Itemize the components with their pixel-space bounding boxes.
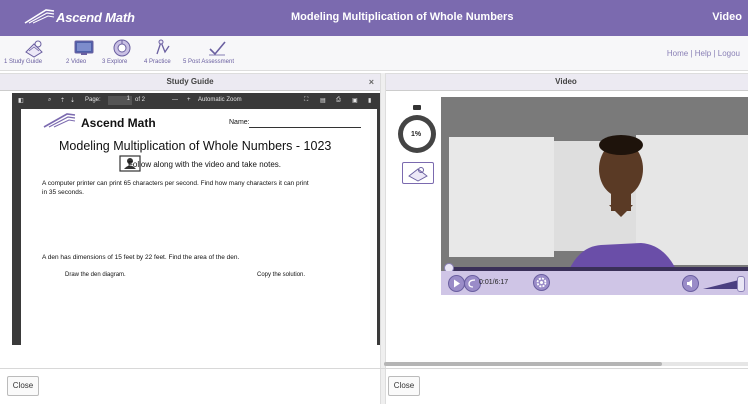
step-label: 3 Explore: [102, 59, 128, 65]
close-study-guide-button[interactable]: Close: [7, 376, 39, 396]
volume-button[interactable]: [682, 275, 699, 292]
doc-name-label: Name:: [229, 119, 250, 126]
doc-follow-instruction: Follow along with the video and take not…: [128, 160, 281, 169]
top-links[interactable]: Home | Help | Logou: [667, 49, 740, 58]
presentation-mode-icon[interactable]: ⛶: [304, 97, 308, 104]
map-marker-icon: [408, 167, 428, 182]
ascend-logo-icon: [24, 9, 55, 24]
pdf-toolbar: ◧ ⌕ ⇡ ⇣ Page: 1 of 2 — + Automatic Zoom …: [12, 93, 380, 109]
close-icon[interactable]: ×: [369, 74, 374, 90]
print-icon[interactable]: ⎙: [336, 97, 341, 104]
step-practice[interactable]: 4 Practice: [144, 38, 182, 68]
sidebar-toggle-icon[interactable]: ◧: [18, 97, 24, 104]
ascend-logo-icon: [43, 113, 76, 128]
step-label: 5 Post Assessment: [183, 59, 235, 65]
doc-problem-2: A den has dimensions of 15 feet by 22 fe…: [42, 254, 240, 261]
map-button[interactable]: [402, 162, 434, 184]
bookmark-icon[interactable]: ▮: [368, 97, 371, 104]
horizontal-scrollbar[interactable]: [384, 362, 748, 366]
page-count: of 2: [135, 97, 146, 103]
zoom-in-button[interactable]: +: [187, 97, 191, 103]
doc-brand: Ascend Math: [81, 116, 156, 130]
step-study-guide[interactable]: 1 Study Guide: [4, 38, 62, 68]
play-icon: [454, 279, 460, 288]
video-frame: [441, 97, 748, 295]
step-video[interactable]: 2 Video: [66, 38, 100, 68]
post-assessment-icon: [209, 41, 226, 56]
header-video-label: Video: [712, 11, 742, 23]
top-bar: Ascend Math Modeling Multiplication of W…: [0, 0, 748, 36]
step-label: 1 Study Guide: [4, 59, 43, 65]
timer-percent: 1%: [411, 131, 422, 138]
step-post-assessment[interactable]: 5 Post Assessment: [183, 38, 249, 68]
scrollbar-thumb[interactable]: [384, 362, 662, 366]
video-header: Video: [384, 73, 748, 91]
doc-problem-1: A computer printer can print 65 characte…: [42, 180, 309, 187]
practice-icon: [156, 39, 170, 55]
doc-problem-1-cont: in 35 seconds.: [42, 189, 84, 196]
brand-name: Ascend Math: [56, 10, 135, 25]
page-number-input[interactable]: 1: [108, 96, 132, 105]
page-label: Page:: [85, 97, 101, 103]
play-button[interactable]: [448, 275, 465, 292]
rewind-icon: [468, 279, 476, 288]
doc-draw-prompt: Draw the den diagram.: [65, 272, 126, 278]
previous-page-icon[interactable]: ⇡: [60, 97, 65, 104]
name-line: [249, 127, 361, 128]
footer-divider: [0, 368, 748, 369]
next-page-icon[interactable]: ⇣: [70, 97, 75, 104]
steps-bar: 1 Study Guide 2 Video 3 Explore 4 Practi…: [0, 36, 748, 71]
zoom-select[interactable]: Automatic Zoom: [198, 97, 242, 103]
video-time: 0:01/6:17: [479, 279, 509, 286]
gear-icon: [536, 277, 547, 288]
explore-icon: [113, 39, 131, 57]
speaker-icon: [687, 279, 692, 288]
panel-divider[interactable]: [380, 73, 386, 404]
step-label: 4 Practice: [144, 59, 171, 65]
study-guide-header: Study Guide ×: [0, 73, 380, 91]
open-file-icon[interactable]: ▤: [320, 97, 326, 104]
zoom-out-button[interactable]: —: [172, 97, 178, 103]
panel-title: Video: [555, 77, 577, 86]
close-video-button[interactable]: Close: [388, 376, 420, 396]
video-player[interactable]: [441, 97, 748, 295]
lesson-title: Modeling Multiplication of Whole Numbers: [291, 11, 514, 23]
pdf-page: Ascend Math Name: Modeling Multiplicatio…: [21, 109, 377, 345]
video-icon: [74, 40, 94, 55]
study-guide-icon: [25, 40, 43, 58]
stopwatch-icon: [398, 105, 436, 153]
download-icon[interactable]: ▣: [352, 97, 358, 104]
doc-copy-prompt: Copy the solution.: [257, 272, 306, 278]
step-label: 2 Video: [66, 59, 87, 65]
video-controls: 0:01/6:17: [441, 271, 748, 295]
find-icon[interactable]: ⌕: [48, 97, 51, 104]
volume-handle[interactable]: [737, 276, 745, 292]
step-explore[interactable]: 3 Explore: [102, 38, 142, 68]
panel-title: Study Guide: [166, 77, 214, 86]
doc-title: Modeling Multiplication of Whole Numbers…: [59, 139, 332, 153]
settings-button[interactable]: [533, 274, 550, 291]
